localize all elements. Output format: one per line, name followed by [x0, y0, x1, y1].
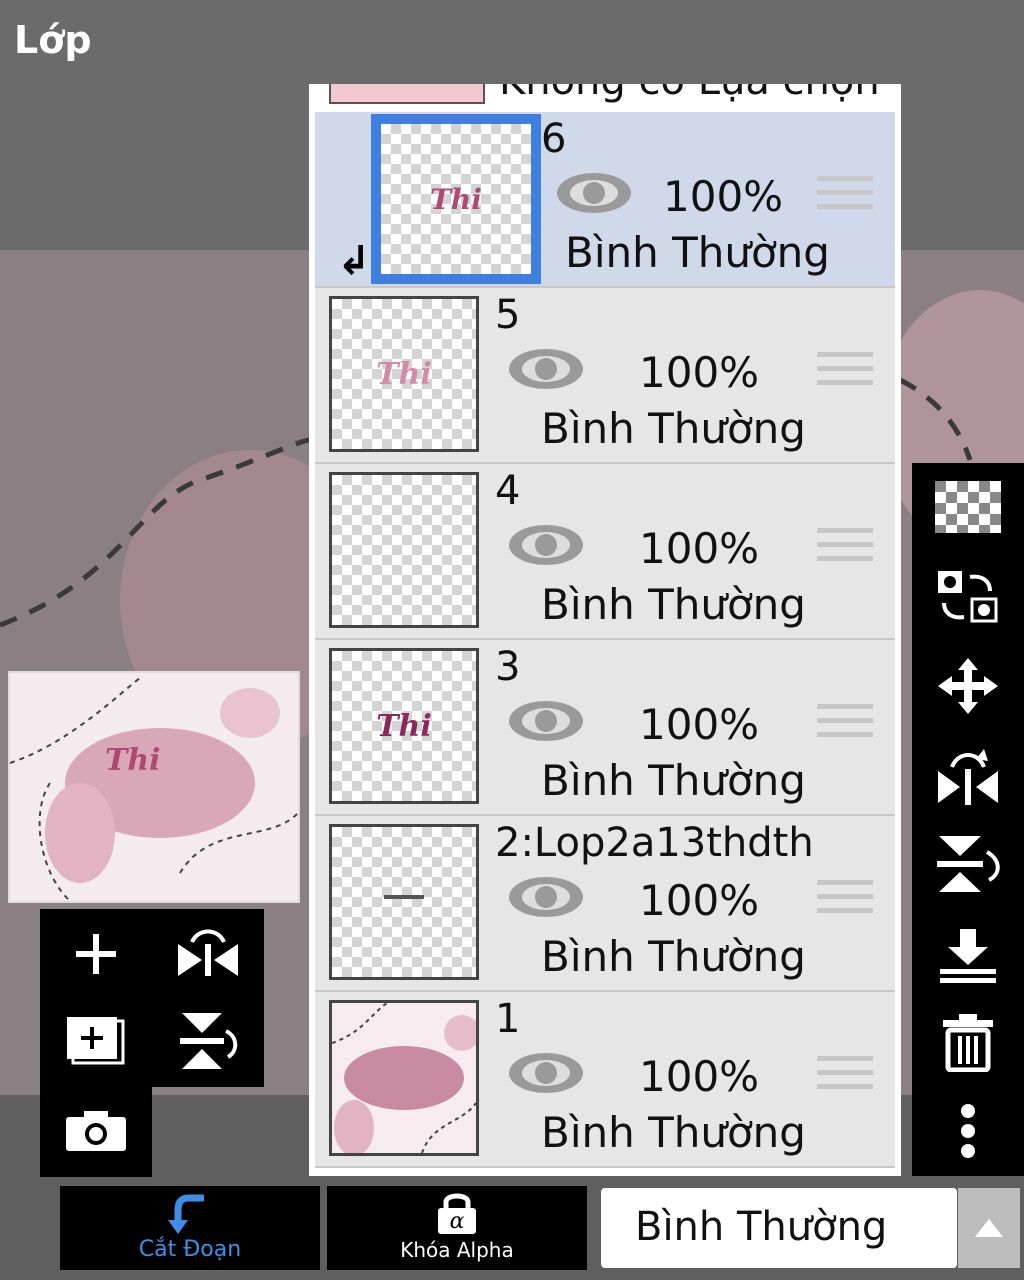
- layer-opacity[interactable]: 100%: [639, 1052, 759, 1101]
- right-toolbar: [912, 463, 1024, 1176]
- layer-opacity[interactable]: 100%: [639, 524, 759, 573]
- drag-handle-icon[interactable]: [817, 1056, 873, 1098]
- clipping-button[interactable]: Cắt Đoạn: [60, 1186, 320, 1270]
- layer-name: 2:Lop2a13thdth: [495, 820, 814, 866]
- trash-icon: [943, 1014, 993, 1072]
- drag-handle-icon[interactable]: [817, 352, 873, 394]
- flip-vertical-icon: [937, 836, 1000, 892]
- clipping-label: Cắt Đoạn: [138, 1237, 242, 1262]
- canvas-preview[interactable]: Thi: [8, 671, 300, 903]
- swap-layers-button[interactable]: [912, 557, 1024, 637]
- layer-name: 1: [495, 996, 521, 1042]
- layer-blend-mode: Bình Thường: [541, 932, 806, 981]
- alpha-lock-button[interactable]: α Khóa Alpha: [327, 1186, 587, 1270]
- camera-tool: [40, 1087, 152, 1177]
- layer-name: 5: [495, 292, 521, 338]
- layer-row[interactable]: 1 100% Bình Thường: [315, 992, 895, 1168]
- layer-row[interactable]: Thi 5 100% Bình Thường: [315, 288, 895, 464]
- layer-row[interactable]: 2:Lop2a13thdth 100% Bình Thường: [315, 816, 895, 992]
- clipping-arrow-icon: ↲: [337, 238, 371, 284]
- layer-row[interactable]: 4 100% Bình Thường: [315, 464, 895, 640]
- flip-vertical-button[interactable]: [158, 1001, 258, 1081]
- merge-down-button[interactable]: [912, 916, 1024, 996]
- visibility-eye-icon[interactable]: [507, 698, 585, 748]
- move-arrows-icon: [938, 658, 998, 714]
- visibility-eye-icon[interactable]: [507, 522, 585, 572]
- layer-thumbnail: Thi: [329, 296, 479, 452]
- move-button[interactable]: [912, 646, 1024, 726]
- flip-horizontal-layer-button[interactable]: [912, 736, 1024, 816]
- preview-art: [10, 677, 298, 901]
- layer-name: 4: [495, 468, 521, 514]
- drag-handle-icon[interactable]: [817, 176, 873, 218]
- blend-mode-select[interactable]: Bình Thường: [601, 1188, 957, 1268]
- visibility-eye-icon[interactable]: [507, 346, 585, 396]
- flip-horizontal-icon: [938, 749, 998, 805]
- camera-icon: [66, 1111, 126, 1151]
- layer-opacity[interactable]: 100%: [639, 876, 759, 925]
- layer-thumbnail: [329, 824, 479, 980]
- visibility-eye-icon[interactable]: [555, 170, 633, 220]
- visibility-eye-icon[interactable]: [507, 874, 585, 924]
- layer-thumbnail: Thi: [371, 114, 541, 284]
- layer-blend-mode: Bình Thường: [541, 756, 806, 805]
- layer-blend-mode: Bình Thường: [541, 1108, 806, 1157]
- layer-thumbnail-text: Thi: [376, 356, 432, 392]
- plus-icon: [76, 934, 116, 974]
- partial-layer-thumbnail: [329, 84, 485, 104]
- duplicate-layer-button[interactable]: [46, 1001, 146, 1081]
- layer-row[interactable]: Thi ↲ 6 100% Bình Thường: [315, 112, 895, 288]
- layer-thumbnail: Thi: [329, 648, 479, 804]
- add-layer-button[interactable]: [46, 914, 146, 994]
- page-title: Lớp: [14, 18, 92, 62]
- delete-layer-button[interactable]: [912, 1003, 1024, 1083]
- camera-button[interactable]: [46, 1091, 146, 1171]
- layer-thumbnail: [329, 1000, 479, 1156]
- more-options-button[interactable]: [912, 1091, 1024, 1171]
- visibility-eye-icon[interactable]: [507, 1050, 585, 1100]
- layer-blend-mode: Bình Thường: [541, 580, 806, 629]
- transparency-button[interactable]: [912, 467, 1024, 547]
- drag-handle-icon[interactable]: [817, 880, 873, 922]
- layer-opacity[interactable]: 100%: [639, 348, 759, 397]
- merge-down-icon: [940, 929, 996, 983]
- layer-name: 6: [541, 116, 567, 162]
- blend-mode-dropdown-button[interactable]: [958, 1188, 1020, 1268]
- alpha-lock-icon: α: [438, 1193, 476, 1234]
- layer-opacity[interactable]: 100%: [663, 172, 783, 221]
- add-copy-icon: [67, 1017, 125, 1065]
- layers-panel[interactable]: Không có Lựa chọn Thi ↲ 6 100% Bình Thườ…: [309, 84, 901, 1176]
- drag-handle-icon[interactable]: [817, 528, 873, 570]
- chevron-up-icon: [975, 1219, 1003, 1237]
- layer-blend-mode: Bình Thường: [565, 228, 830, 277]
- flip-vertical-layer-button[interactable]: [912, 824, 1024, 904]
- alpha-lock-label: Khóa Alpha: [400, 1238, 514, 1262]
- flip-vertical-icon: [180, 1013, 238, 1069]
- tiny-text-mark: [384, 895, 424, 899]
- flip-horizontal-button[interactable]: [158, 914, 258, 994]
- background-art: [332, 1003, 476, 1153]
- layer-thumbnail: [329, 472, 479, 628]
- blend-mode-value: Bình Thường: [635, 1204, 888, 1250]
- drag-handle-icon[interactable]: [817, 704, 873, 746]
- layer-row[interactable]: Thi 3 100% Bình Thường: [315, 640, 895, 816]
- svg-text:α: α: [450, 1209, 465, 1234]
- preview-text: Thi: [105, 743, 161, 778]
- clipping-arrow-icon: [168, 1194, 204, 1234]
- flip-horizontal-icon: [178, 929, 238, 976]
- layer-thumbnail-text: Thi: [430, 182, 482, 216]
- layer-name: 3: [495, 644, 521, 690]
- partial-layer-label: Không có Lựa chọn: [499, 84, 880, 104]
- layer-opacity[interactable]: 100%: [639, 700, 759, 749]
- more-vertical-icon: [961, 1104, 975, 1158]
- checkerboard-icon: [935, 481, 1001, 533]
- layer-blend-mode: Bình Thường: [541, 404, 806, 453]
- layer-tools: [40, 909, 264, 1087]
- swap-icon: [938, 571, 998, 623]
- layer-thumbnail-text: Thi: [376, 708, 432, 744]
